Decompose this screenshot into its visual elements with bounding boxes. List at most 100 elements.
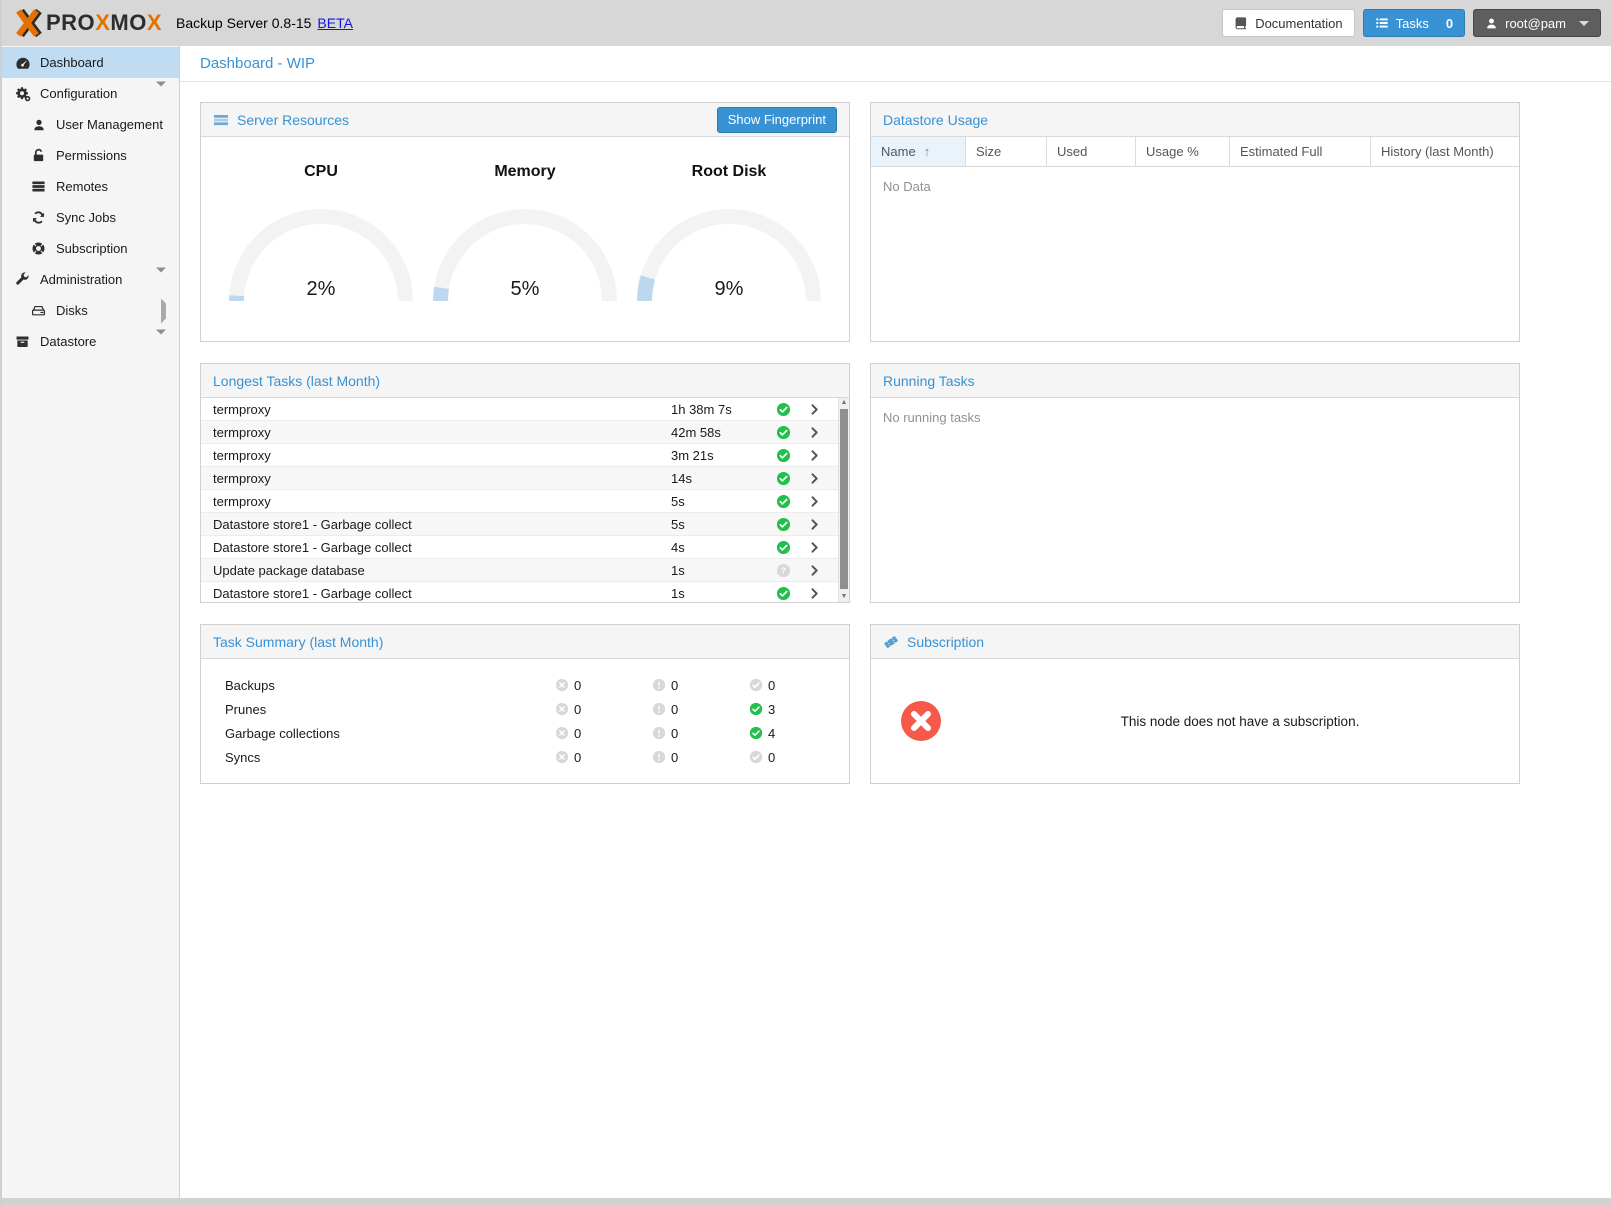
chevron-right-icon[interactable] [808, 495, 821, 508]
top-header: PROXMOX Backup Server 0.8-15 BETA Docume… [2, 0, 1611, 46]
sidebar-item-label: Datastore [40, 334, 96, 349]
longest-tasks-panel: Longest Tasks (last Month) termproxy 1h … [200, 363, 850, 603]
sidebar-item-subscription[interactable]: Subscription [2, 233, 179, 264]
task-row[interactable]: Datastore store1 - Garbage collect 1s [201, 582, 849, 602]
page-titlebar: Dashboard - WIP [180, 46, 1611, 82]
ok-count-icon [749, 726, 763, 740]
task-row[interactable]: Datastore store1 - Garbage collect 4s [201, 536, 849, 559]
sidebar-item-dashboard[interactable]: Dashboard [2, 47, 179, 78]
sidebar-item-label: Disks [56, 303, 88, 318]
chevron-down-icon[interactable] [156, 86, 166, 101]
chevron-down-icon [1579, 21, 1589, 26]
chevron-right-icon[interactable] [808, 587, 821, 600]
user-menu-button[interactable]: root@pam [1473, 9, 1601, 37]
no-data-text: No Data [871, 167, 1519, 206]
panel-title: Longest Tasks (last Month) [213, 373, 380, 389]
status-ok-icon [776, 448, 792, 463]
status-ok-icon [776, 494, 792, 509]
sidebar-item-disks[interactable]: Disks [2, 295, 179, 326]
chevron-right-icon[interactable] [808, 472, 821, 485]
page-title: Dashboard - WIP [200, 55, 315, 72]
sidebar-item-label: Remotes [56, 179, 108, 194]
sidebar-item-configuration[interactable]: Configuration [2, 78, 179, 109]
column-header-used[interactable]: Used [1047, 137, 1136, 166]
server-resources-panel: Server Resources Show Fingerprint CPU 2% [200, 102, 850, 342]
column-header-estimated-full[interactable]: Estimated Full [1230, 137, 1371, 166]
scroll-up-icon[interactable]: ▲ [839, 398, 849, 408]
sidebar-item-datastore[interactable]: Datastore [2, 326, 179, 357]
column-header-usage-pct[interactable]: Usage % [1136, 137, 1230, 166]
sidebar-item-label: Administration [40, 272, 122, 287]
task-row[interactable]: termproxy 1h 38m 7s [201, 398, 849, 421]
tasks-button[interactable]: Tasks 0 [1363, 9, 1465, 37]
task-row[interactable]: Datastore store1 - Garbage collect 5s [201, 513, 849, 536]
chevron-right-icon[interactable] [808, 426, 821, 439]
longest-tasks-list: termproxy 1h 38m 7s termproxy 42m 58s [201, 398, 849, 602]
show-fingerprint-button[interactable]: Show Fingerprint [717, 107, 837, 133]
sidebar-item-remotes[interactable]: Remotes [2, 171, 179, 202]
sidebar-item-label: Dashboard [40, 55, 104, 70]
ticket-icon [883, 634, 899, 650]
scroll-down-icon[interactable]: ▼ [839, 592, 849, 602]
sidebar-item-administration[interactable]: Administration [2, 264, 179, 295]
subscription-panel: Subscription This node does not have a s… [870, 624, 1520, 784]
ok-count-icon [749, 678, 763, 692]
status-ok-icon [776, 517, 792, 532]
sidebar-item-user-management[interactable]: User Management [2, 109, 179, 140]
task-row[interactable]: Update package database 1s ? [201, 559, 849, 582]
column-header-size[interactable]: Size [966, 137, 1047, 166]
warning-count-icon [652, 750, 666, 764]
chevron-right-icon[interactable] [808, 449, 821, 462]
vertical-scrollbar[interactable]: ▲ ▼ [838, 398, 849, 602]
sidebar-item-label: Subscription [56, 241, 128, 256]
sync-icon [30, 210, 47, 226]
task-summary-panel: Task Summary (last Month) Backups 0 0 0 [200, 624, 850, 784]
summary-row-backups: Backups 0 0 0 [225, 673, 849, 697]
user-icon [1485, 17, 1498, 30]
warning-count-icon [652, 678, 666, 692]
sidebar-item-label: Sync Jobs [56, 210, 116, 225]
task-row[interactable]: termproxy 3m 21s [201, 444, 849, 467]
sidebar-item-label: User Management [56, 117, 163, 132]
documentation-label: Documentation [1255, 16, 1342, 31]
panel-title: Subscription [907, 634, 984, 650]
tasks-count-badge: 0 [1446, 16, 1453, 31]
book-icon [1234, 16, 1248, 30]
chevron-down-icon[interactable] [156, 272, 166, 287]
error-count-icon [555, 726, 569, 740]
scrollbar-thumb[interactable] [840, 409, 848, 589]
chevron-right-icon[interactable] [808, 564, 821, 577]
error-count-icon [555, 702, 569, 716]
task-list-icon [1375, 16, 1389, 30]
subscription-message: This node does not have a subscription. [971, 714, 1519, 729]
status-ok-icon [776, 540, 792, 555]
chevron-right-icon[interactable] [808, 403, 821, 416]
column-header-name[interactable]: Name ↑ [871, 137, 966, 166]
task-row[interactable]: termproxy 14s [201, 467, 849, 490]
life-ring-icon [30, 241, 47, 257]
user-icon [30, 117, 47, 133]
cogs-icon [14, 86, 31, 102]
summary-row-syncs: Syncs 0 0 0 [225, 745, 849, 769]
no-running-tasks-text: No running tasks [871, 398, 1519, 437]
product-name: Backup Server 0.8-15 [176, 15, 311, 31]
server-icon [30, 179, 47, 195]
chevron-right-icon[interactable] [161, 303, 166, 318]
beta-link[interactable]: BETA [317, 15, 353, 31]
root-disk-gauge: Root Disk 9% [637, 163, 821, 301]
column-header-history[interactable]: History (last Month) [1371, 137, 1519, 166]
task-row[interactable]: termproxy 5s [201, 490, 849, 513]
datastore-usage-table-header: Name ↑ Size Used Usage % Estimated Full … [871, 137, 1519, 167]
warning-count-icon [652, 702, 666, 716]
sidebar-item-permissions[interactable]: Permissions [2, 140, 179, 171]
chevron-right-icon[interactable] [808, 541, 821, 554]
status-ok-icon [776, 586, 792, 601]
task-row[interactable]: termproxy 42m 58s [201, 421, 849, 444]
chevron-down-icon[interactable] [156, 334, 166, 349]
sidebar-item-sync-jobs[interactable]: Sync Jobs [2, 202, 179, 233]
warning-count-icon [652, 726, 666, 740]
summary-row-prunes: Prunes 0 0 3 [225, 697, 849, 721]
documentation-button[interactable]: Documentation [1222, 9, 1354, 37]
chevron-right-icon[interactable] [808, 518, 821, 531]
datastore-usage-panel: Datastore Usage Name ↑ Size Used Usage %… [870, 102, 1520, 342]
